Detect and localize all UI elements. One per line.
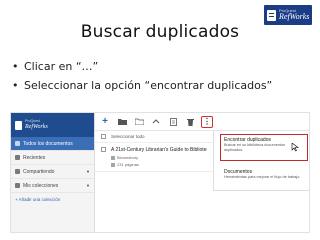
sidebar-item-label: Compartiendo — [23, 168, 55, 175]
select-all-row[interactable]: Seleccionar todo — [95, 131, 213, 143]
sidebar-item-recent[interactable]: Recientes — [11, 151, 94, 165]
bullet-list: Clicar en “…” Seleccionar la opción “enc… — [12, 60, 272, 98]
sidebar-item-label: Todos los documentos — [23, 140, 73, 147]
folder-icon[interactable] — [116, 116, 128, 128]
item-meta: 231 páginas — [117, 162, 139, 167]
more-options-button[interactable]: ⋮ — [201, 115, 213, 128]
sidebar-logo: ProQuest RefWorks — [11, 113, 94, 137]
share-icon[interactable] — [150, 116, 162, 128]
sidebar-item-collections[interactable]: Mis colecciones ▼ — [11, 179, 94, 193]
document-list: Seleccionar todo A 21st-Century Libraria… — [95, 131, 213, 232]
logo-line2: RefWorks — [279, 12, 310, 21]
sidebar-item-label: Mis colecciones — [23, 182, 59, 189]
sidebar-logo-line2: RefWorks — [25, 123, 48, 130]
bullet-item: Seleccionar la opción “encontrar duplica… — [12, 79, 272, 98]
sidebar-item-sharing[interactable]: Compartiendo ▼ — [11, 165, 94, 179]
plus-icon[interactable]: + — [99, 116, 111, 128]
clock-icon — [15, 155, 20, 160]
menu-item-documents[interactable]: Documentos Herramientas para mejorar el … — [220, 169, 308, 180]
select-all-checkbox[interactable] — [101, 134, 106, 139]
select-all-label: Seleccionar todo — [111, 134, 145, 139]
users-icon — [15, 169, 20, 174]
slide-title: Buscar duplicados — [80, 22, 240, 42]
item-meta: Bloomsbury — [117, 155, 139, 160]
app-screenshot: ProQuest RefWorks Todos los documentos R… — [10, 112, 310, 233]
folder-icon — [15, 183, 20, 188]
document-icon — [15, 120, 22, 130]
sidebar-item-all-documents[interactable]: Todos los documentos — [11, 137, 94, 151]
trash-icon[interactable] — [184, 116, 196, 128]
menu-item-desc: Herramientas para mejorar el flujo de tr… — [224, 175, 301, 179]
document-icon — [267, 9, 276, 21]
toolbar: + ⋮ — [95, 113, 309, 131]
item-title[interactable]: A 21st-Century Librarian's Guide to Bibl… — [111, 147, 207, 153]
chevron-down-icon: ▼ — [86, 183, 90, 188]
book-icon — [111, 155, 115, 160]
more-options-menu: Encontrar duplicados Buscar en su biblio… — [213, 131, 309, 191]
pages-icon — [111, 162, 115, 167]
add-collection-link[interactable]: + Añadir una colección — [11, 193, 94, 205]
quote-icon[interactable] — [167, 116, 179, 128]
folder-add-icon[interactable] — [133, 116, 145, 128]
sidebar: ProQuest RefWorks Todos los documentos R… — [11, 113, 95, 232]
bullet-item: Clicar en “…” — [12, 60, 272, 79]
mouse-cursor-icon — [291, 143, 299, 152]
item-checkbox[interactable] — [101, 147, 106, 152]
list-item[interactable]: A 21st-Century Librarian's Guide to Bibl… — [95, 143, 213, 172]
refworks-logo: ProQuest RefWorks — [264, 5, 312, 25]
chevron-down-icon: ▼ — [86, 169, 90, 174]
sidebar-item-label: Recientes — [23, 154, 46, 161]
documents-icon — [15, 141, 20, 146]
